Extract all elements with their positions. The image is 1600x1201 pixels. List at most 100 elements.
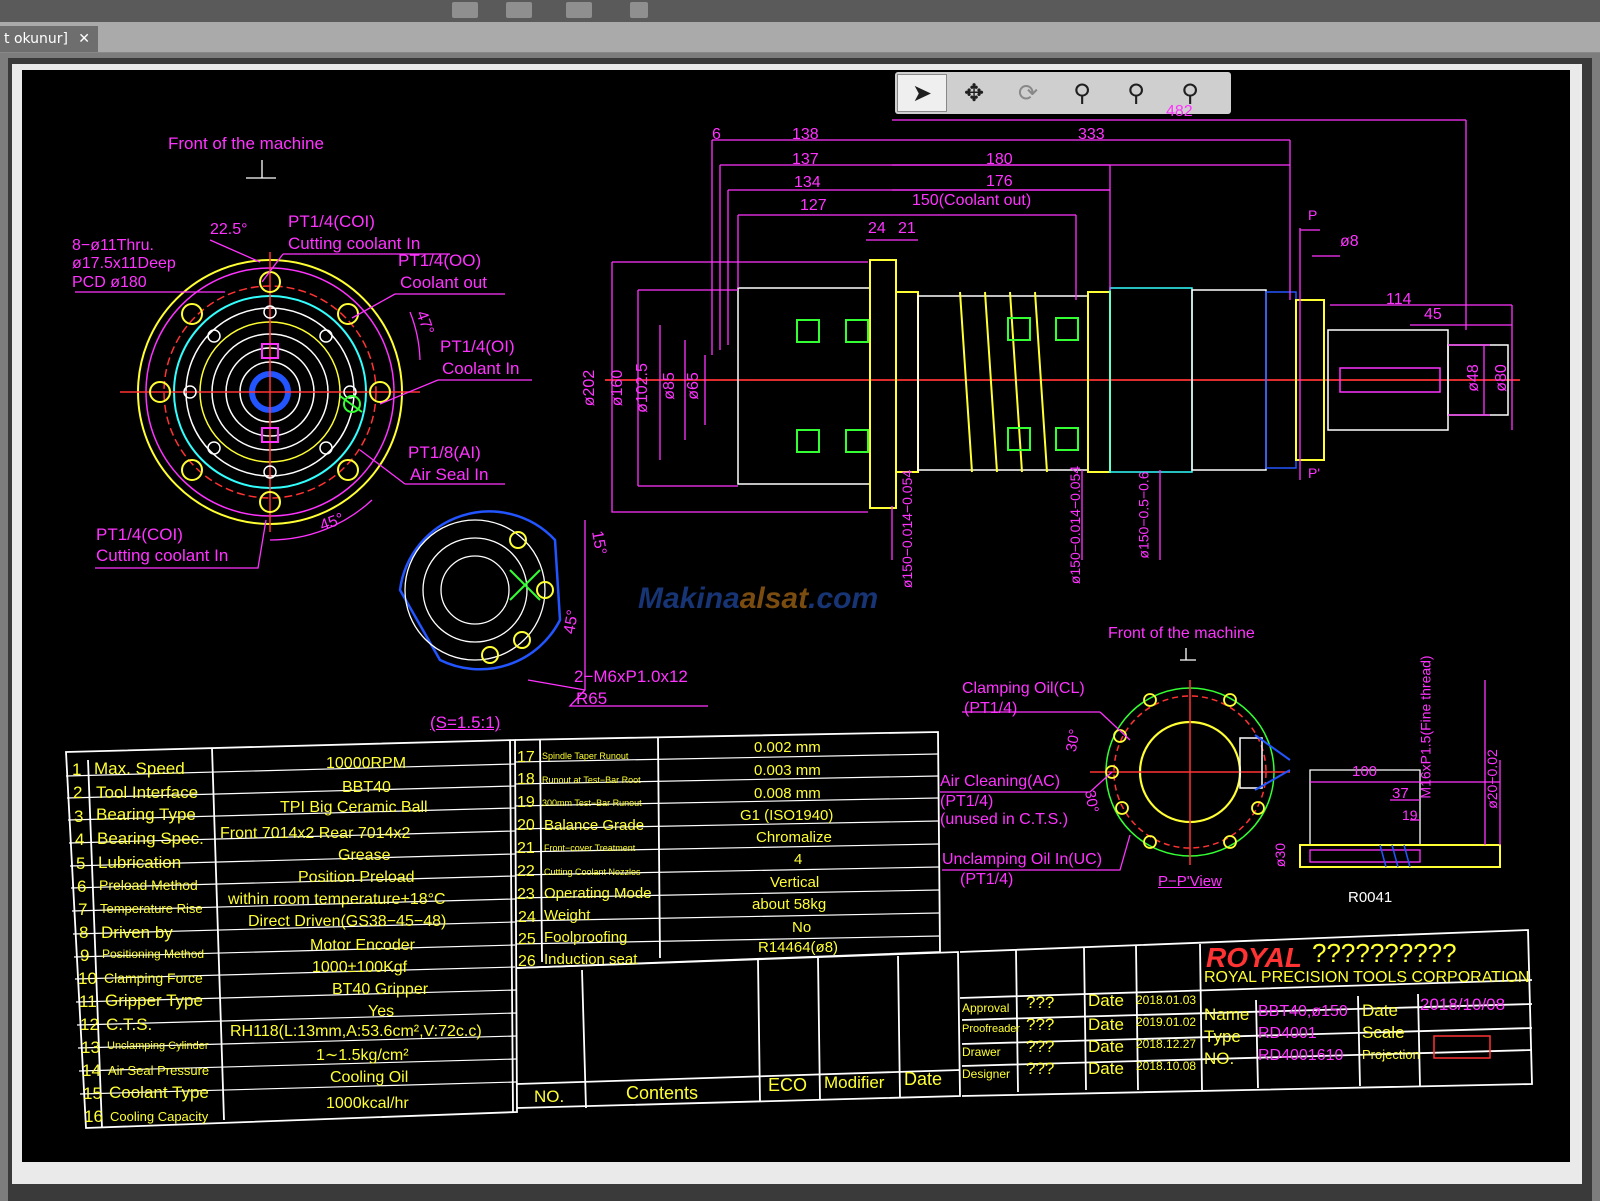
drawing-text-91: 9 [80, 946, 90, 965]
drawing-text-110: Coolant Type [109, 1083, 209, 1102]
m6-label: 2−M6xP1.0x12 [574, 667, 688, 686]
drawing-text-127: 21 [517, 840, 535, 857]
drawing-text-74: Bearing Type [96, 805, 196, 824]
section-p-prime: P' [1308, 465, 1321, 481]
drawing-text-133: 23 [517, 886, 535, 903]
drawing-text-167: ?????????? [1312, 938, 1457, 968]
drawing-text-161: 2018.12.27 [1136, 1037, 1197, 1051]
drawing-text-113: Cooling Capacity [110, 1109, 209, 1124]
angle-30a-label: 30° [1063, 727, 1084, 754]
drawing-text-134: Operating Mode [544, 885, 652, 902]
drawing-text-92: Positioning Method [102, 947, 205, 961]
drawing-text-122: 300mm Test−Bar Runout [542, 798, 642, 808]
image-icon[interactable] [452, 2, 478, 18]
dim-6: 6 [712, 126, 721, 143]
dim-138: 138 [792, 126, 819, 143]
save-icon[interactable] [506, 2, 532, 18]
port-coi-top-1: PT1/4(COI) [288, 212, 375, 231]
drawing-text-163: ??? [1026, 1059, 1055, 1078]
dim-48: ø48 [1464, 364, 1482, 392]
company-logo: ROYAL [1206, 942, 1302, 973]
drawing-text-97: 11 [79, 992, 97, 1011]
tab-label: t okunur] [4, 31, 69, 47]
drawing-text-82: 6 [77, 877, 87, 896]
drawing-text-93: Motor Encoder [310, 937, 415, 954]
drawing-text-75: TPI Big Ceramic Ball [280, 799, 428, 816]
drawing-text-137: Weight [544, 907, 591, 924]
port-co-2: Coolant out [400, 273, 487, 292]
drawing-text-135: Vertical [770, 874, 820, 891]
drawing-text-149: Date [904, 1069, 943, 1089]
drawing-text-177: Scale [1362, 1023, 1405, 1042]
drawing-text-67: 1 [72, 760, 82, 779]
r0041-dim-37: 37 [1392, 785, 1409, 802]
drawing-text-142: 26 [518, 953, 536, 970]
rotate-tool-icon[interactable]: ⟳ [1003, 74, 1053, 112]
drawing-text-151: ??? [1026, 993, 1055, 1012]
drawing-text-136: 24 [518, 909, 536, 926]
drawing-text-89: Driven by [101, 923, 173, 942]
drawing-text-72: BBT40 [342, 779, 391, 796]
drawing-text-139: 25 [518, 931, 536, 948]
drawing-text-88: 8 [79, 923, 89, 942]
drawing-text-101: C.T.S. [106, 1015, 153, 1034]
document-tab[interactable]: t okunur] ✕ [0, 26, 98, 52]
r0041-part [1299, 680, 1501, 868]
unclamp-2: (PT1/4) [960, 871, 1014, 888]
drawing-text-109: 15 [83, 1084, 102, 1103]
drawing-text-147: ECO [768, 1075, 808, 1095]
drawing-text-83: Preload Method [99, 877, 198, 893]
select-tool-icon[interactable]: ➤ [897, 74, 947, 112]
drawing-text-69: 10000RPM [326, 755, 407, 772]
drawing-text-172: RD4001 [1258, 1025, 1317, 1042]
drawing-text-131: Cutting Coolant Nozzles [544, 867, 641, 877]
clamp-oil-2: (PT1/4) [964, 700, 1018, 717]
dim-180: 180 [986, 151, 1013, 168]
drawing-text-159: ??? [1026, 1037, 1055, 1056]
drawing-text-78: Front 7014x2 Rear 7014x2 [220, 825, 411, 842]
zoom-in-tool-icon[interactable]: ⚲ [1057, 74, 1107, 112]
zoom-window-tool-icon[interactable]: ⚲ [1111, 74, 1161, 112]
drawing-text-94: 10 [78, 969, 97, 988]
port-ai-2: Air Seal In [410, 465, 489, 484]
drawing-text-130: 22 [517, 863, 535, 880]
r0041-dim-100: 100 [1352, 763, 1378, 780]
drawing-text-165: 2018.10.08 [1136, 1059, 1197, 1073]
drawing-text-144: R14464(ø8) [758, 939, 839, 956]
dim-114: 114 [1386, 291, 1412, 308]
drawing-text-80: Lubrication [98, 853, 182, 872]
drawing-text-150: Approval [962, 1001, 1010, 1015]
port-coi-bottom-1: PT1/4(COI) [96, 525, 183, 544]
drawing-text-145: NO. [534, 1087, 565, 1106]
dim-150-b: ø150−0.014−0.054 [1067, 465, 1084, 585]
dim-127: 127 [800, 197, 827, 214]
dim-80: ø80 [1492, 364, 1510, 392]
port-coi-bottom-2: Cutting coolant In [96, 546, 229, 565]
drawing-text-87: within room temperature+18°C [228, 891, 446, 908]
dim-137: 137 [792, 151, 819, 168]
drawing-text-169: Name [1204, 1005, 1250, 1024]
r0041-dim-19: 19 [1402, 807, 1418, 823]
close-icon[interactable]: ✕ [78, 26, 90, 52]
drawing-text-121: 19 [517, 794, 535, 811]
drawing-text-162: Designer [962, 1067, 1011, 1081]
air-clean-2: (PT1/4) [940, 793, 994, 810]
dim-21: 21 [898, 220, 916, 237]
settings-icon[interactable] [630, 2, 648, 18]
spindle-side-view [605, 119, 1520, 560]
drawing-text-173: NO. [1204, 1049, 1235, 1068]
watermark: Makinaalsat.com [638, 582, 879, 615]
print-icon[interactable] [566, 2, 592, 18]
drawing-text-178: Projection [1362, 1047, 1420, 1062]
drawing-text-120: 0.003 mm [754, 762, 821, 779]
pan-tool-icon[interactable]: ✥ [949, 74, 999, 112]
drawing-text-98: Gripper Type [105, 991, 203, 1010]
drawing-text-68: Max. Speed [94, 759, 185, 778]
drawing-canvas[interactable]: ➤ ✥ ⟳ ⚲ ⚲ ⚲ [22, 70, 1570, 1162]
dim-134: 134 [794, 174, 821, 191]
drawing-text-164: Date [1088, 1059, 1124, 1078]
drawing-text-171: Type [1204, 1027, 1241, 1046]
drawing-text-117: 0.002 mm [754, 739, 821, 756]
drawing-text-141: No [792, 919, 812, 936]
drawing-text-129: Chromalize [756, 829, 832, 846]
